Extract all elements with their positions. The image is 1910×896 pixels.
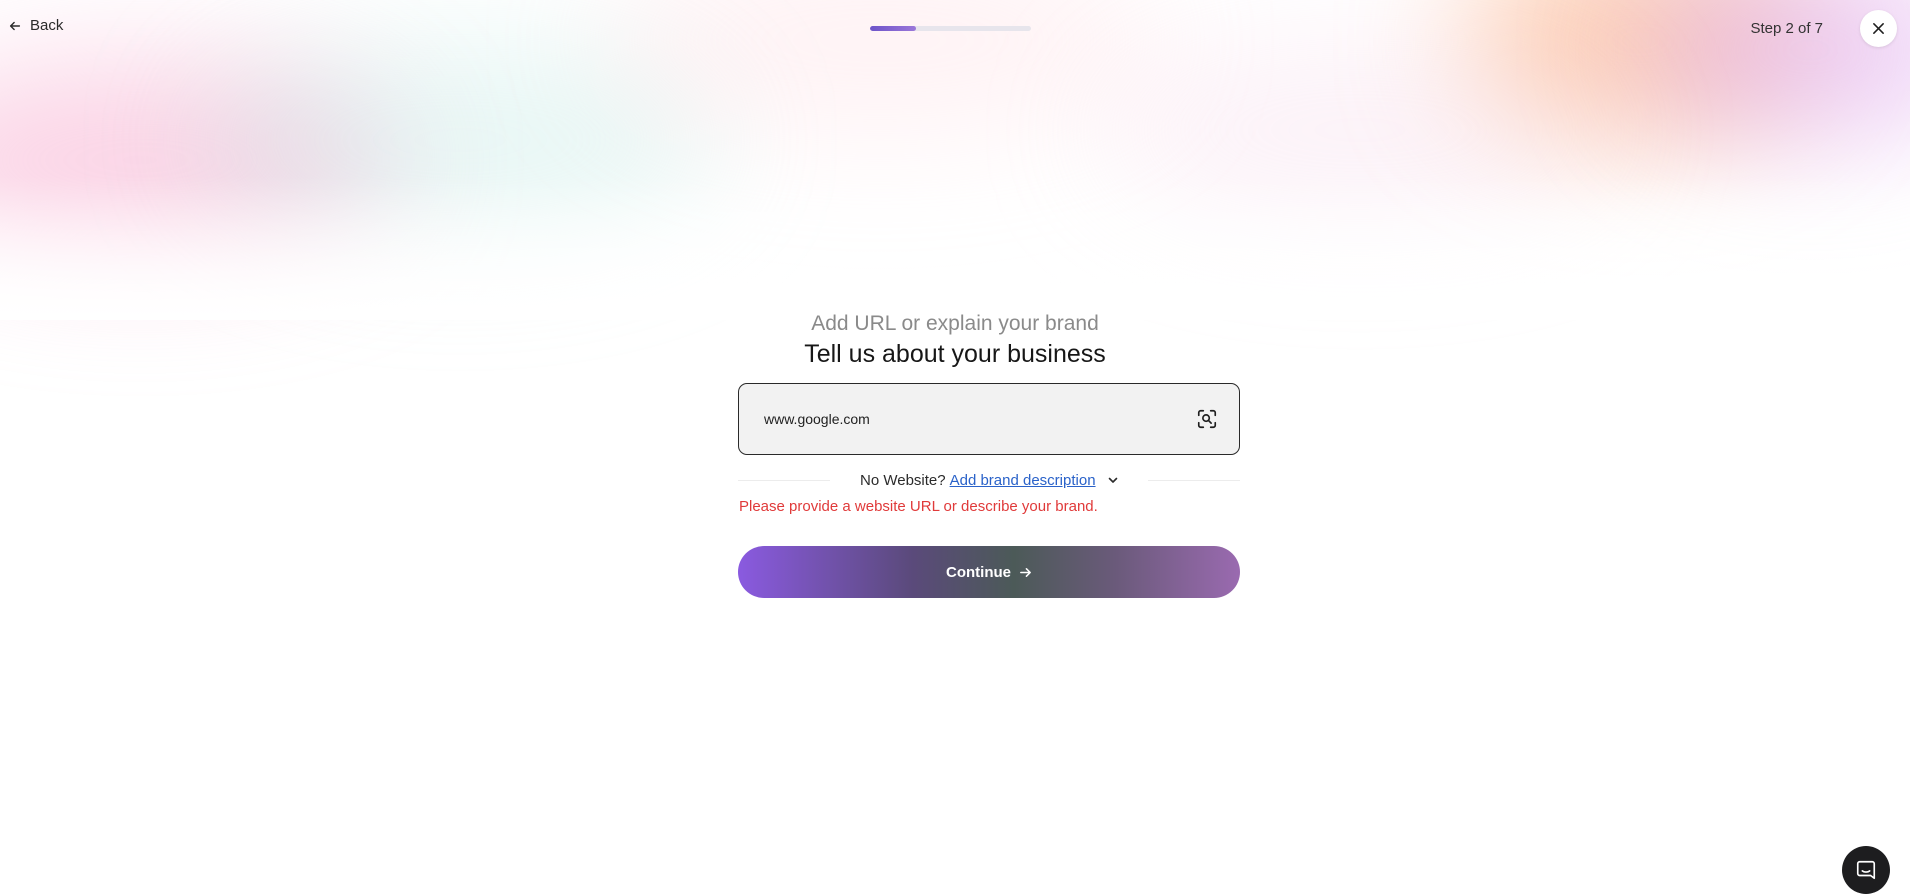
background-glow (200, 40, 720, 240)
arrow-left-icon (9, 21, 21, 30)
chat-launcher-button[interactable] (1842, 846, 1890, 894)
close-icon (1873, 23, 1884, 34)
onboarding-page: Back Step 2 of 7 Add URL or explain your… (0, 0, 1910, 896)
progress-bar (870, 26, 1031, 31)
page-subtitle: Add URL or explain your brand (811, 312, 1099, 335)
divider-line (1148, 479, 1240, 481)
url-input-container (738, 383, 1240, 455)
close-button[interactable] (1860, 10, 1897, 47)
continue-label: Continue (946, 563, 1011, 581)
no-website-prompt: No Website? Add brand description (860, 472, 1120, 489)
back-label: Back (30, 17, 64, 34)
page-title: Tell us about your business (804, 340, 1106, 368)
progress-fill (870, 26, 916, 31)
add-brand-description-link[interactable]: Add brand description (950, 472, 1096, 489)
continue-button[interactable]: Continue (738, 546, 1240, 598)
back-button[interactable]: Back (8, 17, 63, 34)
scan-button[interactable] (1195, 407, 1219, 431)
divider-line (738, 479, 830, 481)
website-url-input[interactable] (764, 411, 1195, 427)
chat-icon (1856, 860, 1876, 880)
chevron-down-icon[interactable] (1106, 473, 1120, 487)
validation-error: Please provide a website URL or describe… (739, 498, 1098, 515)
no-website-label: No Website? (860, 471, 946, 489)
background-glow (1100, 40, 1620, 220)
step-indicator: Step 2 of 7 (1750, 20, 1823, 37)
background-fade (0, 0, 1910, 320)
no-website-row: No Website? Add brand description (738, 470, 1240, 490)
background-glow (600, 0, 1160, 140)
arrow-right-icon (1020, 567, 1031, 577)
scan-search-icon (1197, 409, 1217, 429)
background-glow (0, 60, 400, 260)
